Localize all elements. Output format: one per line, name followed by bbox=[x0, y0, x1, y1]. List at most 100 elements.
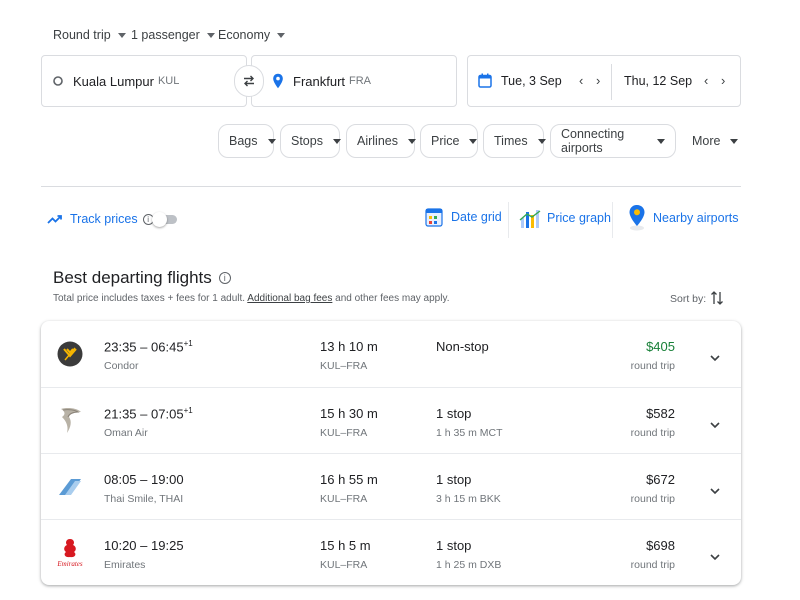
layover-info: 1 h 35 m MCT bbox=[436, 427, 503, 439]
filter-label: Times bbox=[494, 134, 528, 148]
flight-price: $672 bbox=[646, 472, 675, 487]
nearby-airports-label: Nearby airports bbox=[653, 211, 739, 225]
flight-route: KUL–FRA bbox=[320, 427, 368, 439]
flight-duration: 16 h 55 m bbox=[320, 472, 378, 487]
bag-fees-link[interactable]: Additional bag fees bbox=[247, 293, 332, 304]
sort-label: Sort by: bbox=[670, 293, 707, 305]
trip-type-select[interactable]: Round trip bbox=[53, 26, 126, 44]
origin-code: KUL bbox=[157, 75, 180, 87]
date-grid-label: Date grid bbox=[451, 210, 502, 224]
flight-times: 08:05 – 19:00 bbox=[104, 472, 184, 487]
flight-times: 21:35 – 07:05+1 bbox=[104, 406, 193, 422]
subtitle-text: Total price includes taxes + fees for 1 … bbox=[53, 293, 246, 304]
flight-stops: 1 stop bbox=[436, 406, 472, 421]
tool-separator bbox=[508, 202, 509, 238]
track-prices[interactable]: Track prices i bbox=[47, 212, 154, 226]
swap-button[interactable] bbox=[234, 65, 264, 97]
subtitle-suffix: and other fees may apply. bbox=[335, 293, 450, 304]
flight-price: $698 bbox=[646, 538, 675, 553]
caret-down-icon bbox=[117, 32, 126, 38]
flight-stops: Non-stop bbox=[436, 339, 489, 354]
return-prev-button[interactable]: ‹ bbox=[704, 73, 708, 88]
flight-row[interactable]: 08:05 – 19:00 Thai Smile, THAI 16 h 55 m… bbox=[41, 453, 741, 519]
price-note: round trip bbox=[630, 427, 675, 439]
flight-row[interactable]: 23:35 – 06:45+1 Condor 13 h 10 m KUL–FRA… bbox=[41, 321, 741, 387]
trend-icon bbox=[47, 215, 62, 224]
caret-down-icon bbox=[332, 138, 341, 144]
expand-button[interactable] bbox=[710, 416, 720, 434]
depart-date[interactable]: Tue, 3 Sep bbox=[501, 74, 562, 88]
day-offset: +1 bbox=[183, 339, 193, 348]
date-grid-button[interactable]: Date grid bbox=[425, 206, 502, 228]
flight-times: 23:35 – 06:45+1 bbox=[104, 339, 193, 355]
depart-prev-button[interactable]: ‹ bbox=[579, 73, 583, 88]
price-note: round trip bbox=[630, 360, 675, 372]
flight-row[interactable]: Emirates 10:20 – 19:25 Emirates 15 h 5 m… bbox=[41, 519, 741, 585]
airline-name: Emirates bbox=[104, 559, 146, 571]
filter-stops[interactable]: Stops bbox=[280, 124, 341, 158]
expand-button[interactable] bbox=[710, 548, 720, 566]
expand-button[interactable] bbox=[710, 349, 720, 367]
arrival-time: 19:25 bbox=[151, 538, 184, 553]
condor-logo bbox=[57, 338, 83, 375]
day-offset: +1 bbox=[183, 406, 193, 415]
results-title: Best departing flights bbox=[53, 268, 212, 287]
depart-next-button[interactable]: › bbox=[596, 73, 600, 88]
arrival-time: 07:05 bbox=[151, 406, 184, 422]
flight-stops: 1 stop bbox=[436, 472, 472, 487]
track-prices-toggle[interactable] bbox=[152, 212, 178, 227]
depart-time: 23:35 bbox=[104, 339, 137, 355]
filter-label: Airlines bbox=[357, 134, 398, 148]
cabin-label: Economy bbox=[218, 28, 271, 42]
flight-duration: 15 h 30 m bbox=[320, 406, 378, 421]
caret-down-icon bbox=[206, 32, 215, 38]
filter-bags[interactable]: Bags bbox=[218, 124, 276, 158]
origin-city: Kuala Lumpur bbox=[73, 73, 154, 89]
price-note: round trip bbox=[630, 559, 675, 571]
filter-label: Connecting airports bbox=[561, 127, 625, 155]
caret-down-icon bbox=[277, 32, 286, 38]
depart-time: 08:05 bbox=[104, 472, 137, 487]
filter-price[interactable]: Price bbox=[420, 124, 478, 158]
flight-row[interactable]: 21:35 – 07:05+1 Oman Air 15 h 30 m KUL–F… bbox=[41, 387, 741, 453]
caret-down-icon bbox=[469, 138, 478, 144]
flight-route: KUL–FRA bbox=[320, 360, 368, 372]
filter-more[interactable]: More bbox=[681, 124, 741, 158]
caret-down-icon bbox=[267, 138, 276, 144]
caret-down-icon bbox=[657, 138, 665, 144]
calendar-icon bbox=[478, 73, 492, 91]
caret-down-icon bbox=[537, 138, 546, 144]
thai-logo bbox=[57, 471, 83, 508]
filter-connecting-airports[interactable]: Connecting airports bbox=[550, 124, 676, 158]
flight-times: 10:20 – 19:25 bbox=[104, 538, 184, 553]
origin-field[interactable]: Kuala Lumpur KUL bbox=[41, 55, 247, 107]
flight-stops: 1 stop bbox=[436, 538, 472, 553]
date-field[interactable]: Tue, 3 Sep ‹ › Thu, 12 Sep ‹ › bbox=[467, 55, 741, 107]
filter-times[interactable]: Times bbox=[483, 124, 546, 158]
return-next-button[interactable]: › bbox=[721, 73, 725, 88]
destination-city: Frankfurt bbox=[293, 73, 346, 89]
return-date[interactable]: Thu, 12 Sep bbox=[624, 74, 692, 88]
emirates-logo: Emirates bbox=[55, 536, 85, 575]
chevron-down-icon bbox=[710, 488, 720, 495]
caret-down-icon bbox=[408, 138, 416, 144]
track-prices-label: Track prices bbox=[70, 212, 138, 226]
info-icon[interactable]: i bbox=[218, 272, 231, 284]
passenger-select[interactable]: 1 passenger bbox=[131, 26, 215, 44]
cabin-select[interactable]: Economy bbox=[218, 26, 286, 44]
filter-airlines[interactable]: Airlines bbox=[346, 124, 416, 158]
nearby-airports-button[interactable]: Nearby airports bbox=[627, 204, 738, 232]
results-heading: Best departing flights i bbox=[53, 268, 231, 288]
location-pin-icon bbox=[273, 73, 283, 89]
chevron-down-icon bbox=[710, 422, 720, 429]
depart-time: 21:35 bbox=[104, 406, 137, 422]
destination-field[interactable]: Frankfurt FRA bbox=[251, 55, 457, 107]
date-grid-icon bbox=[425, 208, 443, 227]
sort-button[interactable] bbox=[710, 290, 724, 311]
flight-route: KUL–FRA bbox=[320, 559, 368, 571]
arrival-time: 06:45 bbox=[151, 339, 184, 355]
filter-label: Price bbox=[431, 134, 460, 148]
price-graph-button[interactable]: Price graph bbox=[519, 206, 611, 230]
expand-button[interactable] bbox=[710, 482, 720, 500]
price-graph-label: Price graph bbox=[547, 211, 611, 225]
